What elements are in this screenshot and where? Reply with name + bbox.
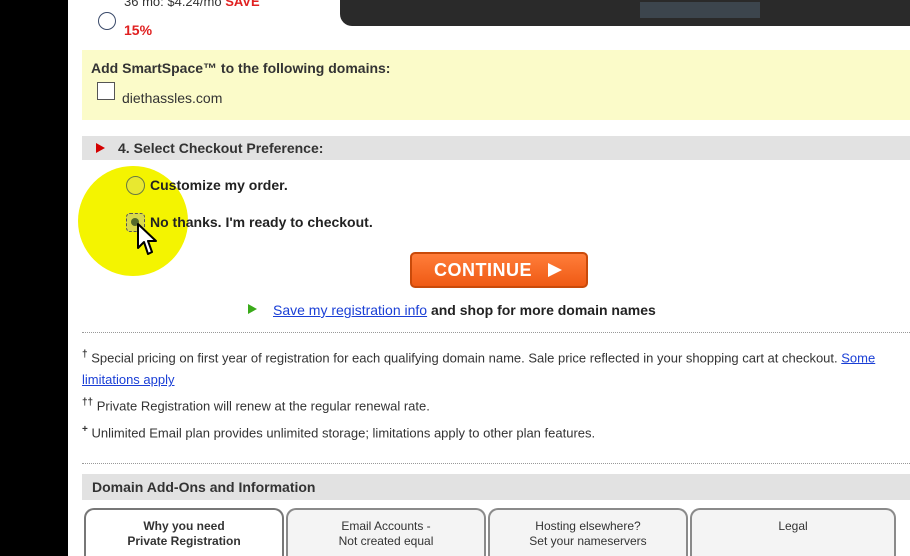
continue-label: CONTINUE: [434, 260, 532, 280]
checkout-label: No thanks. I'm ready to checkout.: [150, 214, 373, 230]
continue-button[interactable]: CONTINUE: [410, 252, 588, 288]
promo-image: [340, 0, 910, 26]
save-registration-link[interactable]: Save my registration info: [273, 302, 427, 318]
plan-radio[interactable]: [98, 12, 116, 30]
checkout-panel: 36 mo: $4.24/mo SAVE 15% Add SmartSpace™…: [68, 0, 910, 556]
checkout-preference-header: 4. Select Checkout Preference:: [82, 136, 910, 160]
customize-label: Customize my order.: [150, 177, 288, 193]
note-unlimited-email: + Unlimited Email plan provides unlimite…: [82, 424, 596, 441]
mouse-cursor-icon: [137, 223, 157, 255]
customize-radio[interactable]: [126, 176, 145, 195]
domain-label: diethassles.com: [122, 90, 223, 106]
tab-private-registration[interactable]: Why you need Private Registration: [84, 508, 284, 556]
plan-option-36mo[interactable]: 36 mo: $4.24/mo SAVE 15%: [98, 0, 358, 44]
plan-save-label: SAVE: [225, 0, 260, 9]
save-registration-text: and shop for more domain names: [430, 302, 656, 318]
left-black-bar: [0, 0, 68, 556]
addons-title: Domain Add-Ons and Information: [92, 479, 316, 495]
save-registration-row: Save my registration info and shop for m…: [248, 302, 656, 318]
domain-checkbox[interactable]: [97, 82, 115, 100]
plan-save-percent: 15%: [124, 22, 153, 38]
green-arrow-icon: [248, 304, 257, 314]
divider: [82, 463, 910, 464]
section-arrow-icon: [96, 143, 105, 153]
tab-legal[interactable]: Legal: [690, 508, 896, 556]
tab-email-accounts[interactable]: Email Accounts - Not created equal: [286, 508, 486, 556]
note-special-pricing: † Special pricing on first year of regis…: [82, 349, 876, 388]
smartspace-panel: Add SmartSpace™ to the following domains…: [82, 50, 910, 120]
tab-hosting-elsewhere[interactable]: Hosting elsewhere? Set your nameservers: [488, 508, 688, 556]
plan-price: 36 mo: $4.24/mo SAVE: [124, 0, 260, 9]
divider: [82, 332, 910, 333]
smartspace-title: Add SmartSpace™ to the following domains…: [91, 60, 391, 76]
addons-header: Domain Add-Ons and Information: [82, 474, 910, 500]
note-private-registration: †† Private Registration will renew at th…: [82, 397, 430, 414]
play-arrow-icon: [548, 263, 562, 277]
section-title: 4. Select Checkout Preference:: [118, 140, 324, 156]
